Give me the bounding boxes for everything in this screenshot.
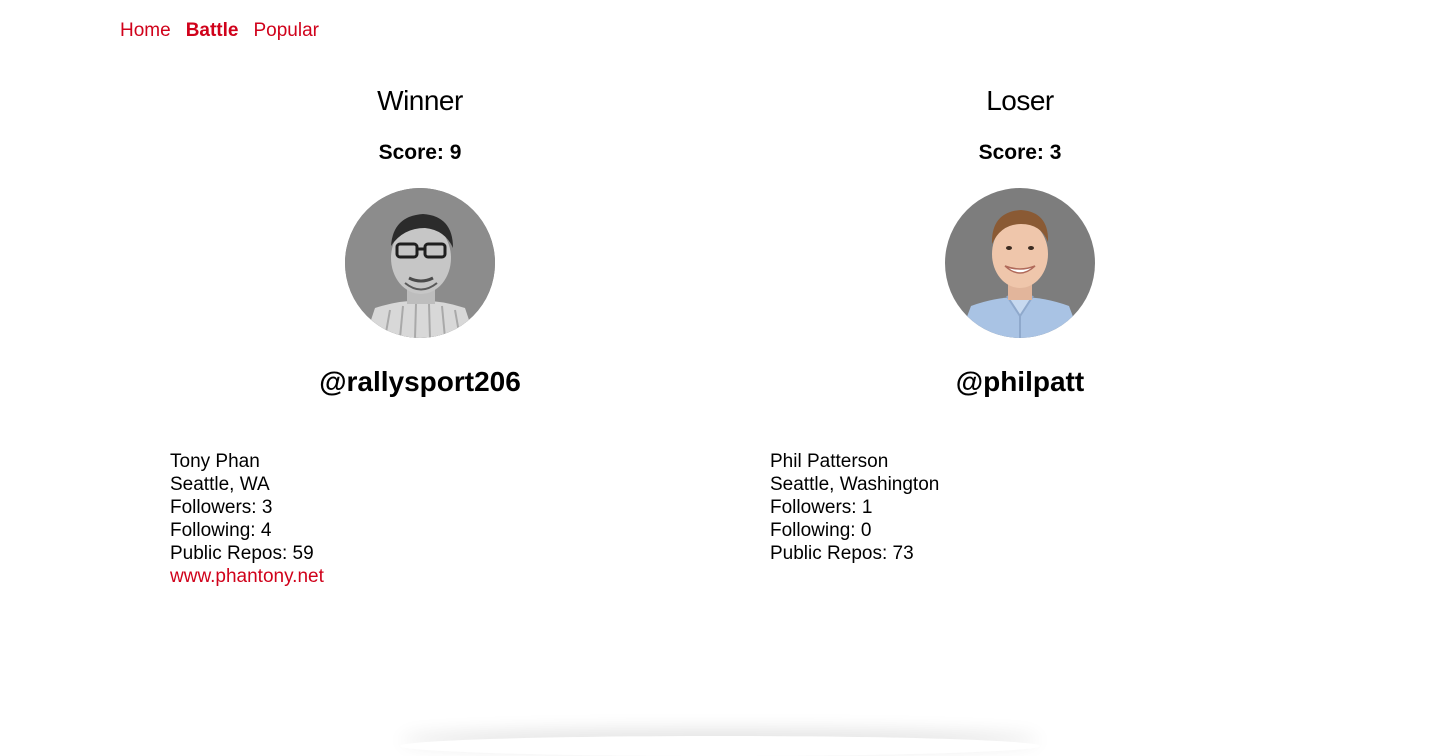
result-heading: Loser (986, 85, 1054, 116)
avatar (945, 188, 1095, 338)
username-heading: @philpatt (955, 366, 1085, 397)
profile-info-list: Tony Phan Seattle, WA Followers: 3 Follo… (170, 450, 720, 588)
player-card-winner: Winner Score: 9 @rallysport206 Tony Phan… (120, 84, 720, 607)
profile-blog-link[interactable]: www.phantony.net (170, 566, 324, 587)
profile-name: Tony Phan (170, 451, 260, 472)
username-heading: @rallysport206 (319, 366, 521, 397)
profile-name: Phil Patterson (770, 451, 889, 472)
nav-battle-link[interactable]: Battle (186, 20, 239, 42)
player-card-loser: Loser Score: 3 @philpatt Phil Patterson … (720, 84, 1320, 584)
avatar-photo-grayscale (345, 188, 495, 338)
profile-public-repos: Public Repos: 73 (770, 543, 914, 564)
profile-location: Seattle, WA (170, 474, 270, 495)
main-nav: Home Battle Popular (120, 20, 319, 42)
profile-followers: Followers: 3 (170, 497, 273, 518)
avatar-photo-color (945, 188, 1095, 338)
score-label: Score: 3 (978, 141, 1062, 164)
avatar (345, 188, 495, 338)
bottom-shadow-decoration (400, 736, 1040, 756)
profile-followers: Followers: 1 (770, 497, 873, 518)
nav-popular-link[interactable]: Popular (253, 20, 319, 42)
profile-info-list: Phil Patterson Seattle, Washington Follo… (770, 450, 1320, 565)
score-label: Score: 9 (378, 141, 462, 164)
profile-blog-item: www.phantony.net (170, 565, 720, 588)
profile-following: Following: 0 (770, 520, 872, 541)
nav-home-link[interactable]: Home (120, 20, 171, 42)
profile-location: Seattle, Washington (770, 474, 940, 495)
profile-public-repos: Public Repos: 59 (170, 543, 314, 564)
result-heading: Winner (377, 85, 463, 116)
profile-following: Following: 4 (170, 520, 272, 541)
